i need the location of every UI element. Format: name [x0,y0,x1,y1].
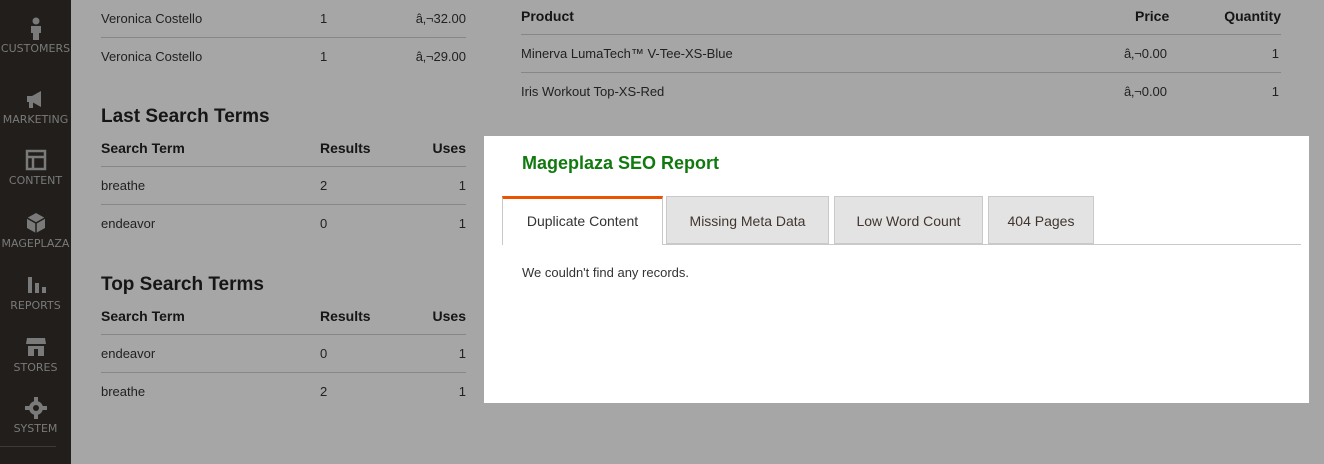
box-icon [26,213,45,233]
gear-icon [24,397,47,419]
nav-marketing[interactable]: MARKETING [0,87,71,149]
person-icon [30,17,41,40]
admin-sidebar: CUSTOMERS MARKETING CONTENT MAGEPLAZA RE… [0,0,71,464]
nav-content-label: CONTENT [8,174,63,187]
nav-stores[interactable]: STORES [0,335,71,397]
active-tab-gap [503,242,662,246]
modal-title: Mageplaza SEO Report [522,153,720,173]
tab-404-pages[interactable]: 404 Pages [988,196,1094,244]
nav-mageplaza[interactable]: MAGEPLAZA [0,211,71,273]
nav-marketing-label: MARKETING [2,113,69,126]
nav-stores-label: STORES [13,361,58,374]
seo-report-modal: Mageplaza SEO Report Duplicate Content M… [484,136,1309,403]
layout-icon [25,149,46,171]
nav-system-label: SYSTEM [13,422,58,435]
nav-mageplaza-label: MAGEPLAZA [1,237,70,250]
bar-chart-icon [27,277,46,293]
nav-reports-label: REPORTS [10,299,61,312]
empty-records-message: We couldn't find any records. [522,265,689,280]
tab-low-word-count[interactable]: Low Word Count [834,196,983,244]
nav-system[interactable]: SYSTEM [0,396,71,458]
sidebar-divider [0,446,56,447]
nav-customers[interactable]: CUSTOMERS [0,16,71,78]
tab-missing-meta-data[interactable]: Missing Meta Data [666,196,829,244]
nav-reports[interactable]: REPORTS [0,273,71,335]
megaphone-icon [26,91,41,108]
nav-customers-label: CUSTOMERS [0,42,71,55]
tab-duplicate-content[interactable]: Duplicate Content [502,196,663,244]
nav-content[interactable]: CONTENT [0,148,71,210]
storefront-icon [25,338,46,356]
